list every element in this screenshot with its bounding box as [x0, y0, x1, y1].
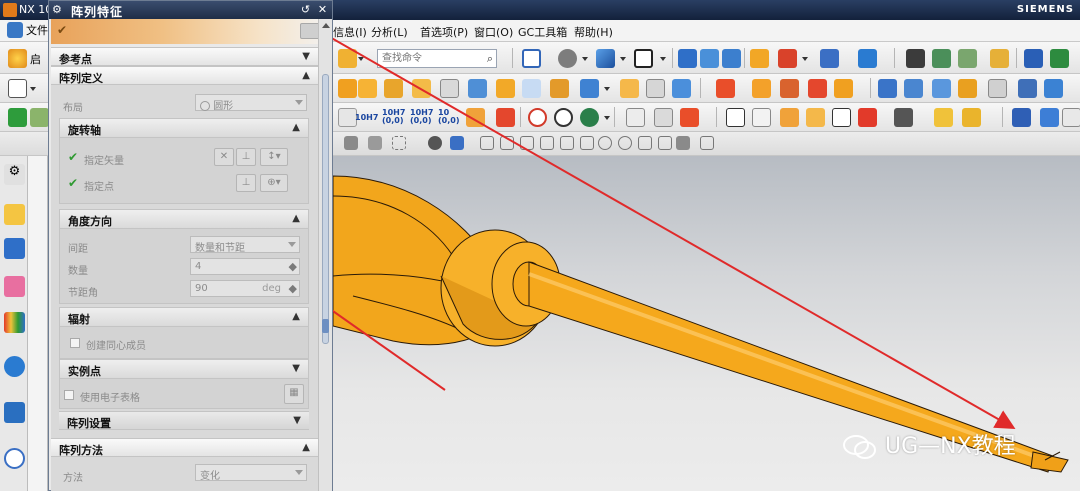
chevron-up-icon[interactable]: ▲: [292, 213, 300, 224]
angle-direction-header[interactable]: 角度方向 ▲: [60, 210, 308, 229]
dialog-title: 阵列特征: [71, 5, 124, 19]
chevron-down-icon[interactable]: [295, 470, 303, 475]
chevron-up-icon[interactable]: ▲: [292, 311, 300, 322]
circular-icon: [200, 101, 210, 111]
spacing-value: 数量和节距: [195, 243, 245, 254]
radiate-header[interactable]: 辐射 ▲: [60, 308, 308, 327]
chevron-up-icon[interactable]: ▲: [292, 122, 300, 133]
dialog-settings-icon[interactable]: ⚙: [52, 3, 62, 16]
array-settings-label: 阵列设置: [67, 417, 111, 430]
section-pattern-definition[interactable]: 阵列定义 ▲: [51, 66, 318, 85]
scroll-up-icon[interactable]: [322, 23, 330, 28]
concentric-label: 创建同心成员: [86, 341, 146, 352]
vector-type-select[interactable]: ↕▾: [260, 148, 288, 166]
section-definition-label: 阵列定义: [59, 72, 103, 85]
section-array-settings[interactable]: 阵列设置 ▼: [59, 411, 309, 430]
array-method-label: 阵列方法: [59, 444, 103, 457]
section-reference-label: 参考点: [59, 53, 92, 66]
layout-select[interactable]: 圆形: [195, 94, 307, 112]
scroll-thumb[interactable]: [322, 74, 329, 344]
point-type-select[interactable]: ⊕▾: [260, 174, 288, 192]
section-reference-point[interactable]: 参考点 ▼: [51, 47, 318, 66]
close-icon[interactable]: ✕: [315, 2, 330, 17]
pitch-unit: deg: [262, 283, 281, 294]
wechat-icon: [843, 434, 877, 460]
spacing-select[interactable]: 数量和节距: [190, 236, 300, 254]
instance-point-group: 实例点 ▼ 使用电子表格 ▦: [59, 359, 309, 409]
method-select[interactable]: 变化: [195, 464, 307, 482]
chevron-down-icon[interactable]: ▼: [293, 415, 301, 426]
rotation-axis-group: 旋转轴 ▲ ✔ 指定矢量 ✕ ⊥ ↕▾ ✔ 指定点 ⊥ ⊕▾: [59, 118, 309, 204]
rotation-axis-title: 旋转轴: [68, 124, 101, 137]
pattern-feature-dialog: ⚙ 阵列特征 ↺ ✕ ✔ 参考点 ▼ 阵列定义 ▲ 布局 圆形 旋转轴 ▲ ✔ …: [48, 0, 333, 491]
instance-point-header[interactable]: 实例点 ▼: [60, 360, 308, 379]
specify-vector-label: 指定矢量: [84, 156, 124, 167]
chevron-up-icon[interactable]: ▲: [302, 442, 310, 453]
section-array-method[interactable]: 阵列方法 ▲: [51, 438, 318, 457]
chevron-down-icon[interactable]: ▼: [302, 51, 310, 62]
specify-point-label: 指定点: [84, 182, 114, 193]
pitch-angle-label: 节距角: [68, 288, 98, 299]
reset-icon[interactable]: ↺: [298, 2, 313, 17]
count-label: 数量: [68, 266, 88, 277]
dialog-body: 参考点 ▼ 阵列定义 ▲ 布局 圆形 旋转轴 ▲ ✔ 指定矢量 ✕ ⊥ ↕▾ ✔…: [51, 47, 318, 491]
pitch-angle-value: 90: [195, 283, 208, 294]
rotation-axis-header[interactable]: 旋转轴 ▲: [60, 119, 308, 138]
vector-dialog-button[interactable]: ⊥: [236, 148, 256, 166]
count-input[interactable]: 4 ◆: [190, 258, 300, 275]
reverse-direction-button[interactable]: ✕: [214, 148, 234, 166]
select-feature-row[interactable]: ✔: [51, 19, 330, 44]
layout-label: 布局: [63, 103, 83, 114]
spreadsheet-label: 使用电子表格: [80, 393, 140, 404]
spreadsheet-button[interactable]: ▦: [284, 384, 304, 404]
scroll-grip[interactable]: [322, 319, 329, 333]
check-icon: ✔: [68, 176, 79, 190]
layout-value: 圆形: [213, 101, 234, 112]
watermark-text: UG—NX教程: [885, 434, 1016, 459]
spin-icon[interactable]: ◆: [289, 282, 297, 295]
spin-icon[interactable]: ◆: [289, 260, 297, 273]
pitch-angle-input[interactable]: 90 deg ◆: [190, 280, 300, 297]
chevron-down-icon[interactable]: [295, 100, 303, 105]
chevron-up-icon[interactable]: ▲: [302, 70, 310, 81]
angle-direction-group: 角度方向 ▲ 间距 数量和节距 数量 4 ◆ 节距角 90 deg ◆: [59, 209, 309, 304]
spacing-label: 间距: [68, 244, 88, 255]
radiate-group: 辐射 ▲ 创建同心成员: [59, 307, 309, 359]
check-icon: ✔: [57, 23, 68, 37]
dialog-titlebar: ⚙ 阵列特征 ↺ ✕: [49, 1, 332, 19]
method-value: 变化: [200, 471, 220, 482]
concentric-checkbox[interactable]: [70, 338, 80, 348]
radiate-title: 辐射: [68, 313, 90, 326]
method-label: 方法: [63, 473, 83, 484]
dialog-scrollbar[interactable]: [318, 19, 332, 491]
arrow-to-tip: [299, 19, 1016, 429]
check-icon: ✔: [68, 150, 79, 164]
instance-point-title: 实例点: [68, 365, 101, 378]
spreadsheet-checkbox[interactable]: [64, 390, 74, 400]
chevron-down-icon[interactable]: [288, 242, 296, 247]
point-dialog-button[interactable]: ⊥: [236, 174, 256, 192]
count-value: 4: [195, 261, 202, 272]
watermark: UG—NX教程: [843, 428, 1016, 460]
chevron-down-icon[interactable]: ▼: [292, 363, 300, 374]
angle-direction-title: 角度方向: [68, 215, 112, 228]
